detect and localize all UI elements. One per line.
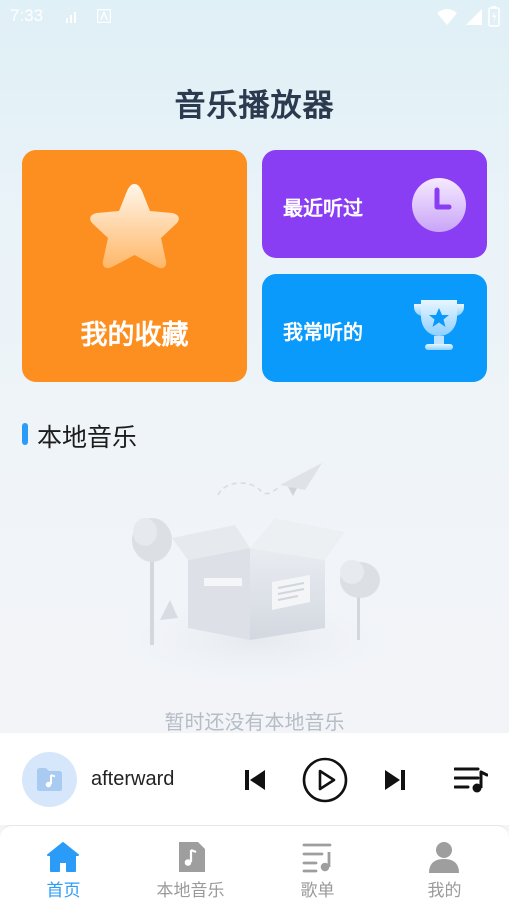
wifi-icon [437, 9, 457, 25]
status-bar: 7:33 [0, 0, 509, 34]
signal-bars-icon [66, 12, 76, 23]
album-art[interactable] [22, 752, 77, 807]
song-title[interactable]: afterward [91, 768, 174, 791]
frequent-label: 我常听的 [283, 320, 363, 344]
tab-playlists[interactable]: 歌单 [254, 826, 381, 906]
tab-local-music[interactable]: 本地音乐 [127, 826, 254, 906]
favorites-label: 我的收藏 [80, 320, 189, 351]
notification-icon [97, 9, 111, 23]
bottom-tab-bar: 首页 本地音乐 歌单 我的 [0, 825, 509, 906]
music-file-icon [179, 842, 205, 872]
clock-icon [412, 178, 466, 232]
status-time: 7:33 [10, 6, 44, 25]
person-icon [429, 842, 459, 873]
tab-label: 本地音乐 [156, 881, 225, 901]
home-icon [47, 842, 79, 872]
star-icon [90, 184, 179, 269]
play-button[interactable] [302, 757, 348, 803]
next-track-icon[interactable] [383, 768, 407, 792]
battery-icon [488, 6, 500, 27]
page-title: 音乐播放器 [174, 88, 335, 124]
tab-label: 歌单 [300, 881, 335, 901]
previous-track-icon[interactable] [243, 768, 267, 792]
empty-box-illustration [105, 463, 405, 688]
recent-label: 最近听过 [283, 196, 363, 220]
local-music-title: 本地音乐 [37, 423, 138, 452]
mini-player[interactable]: afterward [0, 733, 509, 825]
cellular-icon [466, 9, 482, 25]
tab-home[interactable]: 首页 [0, 826, 127, 906]
playlist-queue-icon[interactable] [454, 766, 488, 794]
empty-message: 暂时还没有本地音乐 [164, 710, 345, 734]
trophy-icon [414, 300, 464, 350]
section-accent-bar [22, 423, 28, 445]
favorites-card[interactable]: 我的收藏 [22, 150, 247, 382]
tab-mine[interactable]: 我的 [381, 826, 508, 906]
frequent-card[interactable]: 我常听的 [262, 274, 487, 382]
playlist-icon [302, 843, 332, 873]
music-folder-icon [37, 768, 62, 791]
tab-label: 首页 [46, 881, 81, 901]
tab-label: 我的 [427, 881, 462, 901]
recent-card[interactable]: 最近听过 [262, 150, 487, 258]
